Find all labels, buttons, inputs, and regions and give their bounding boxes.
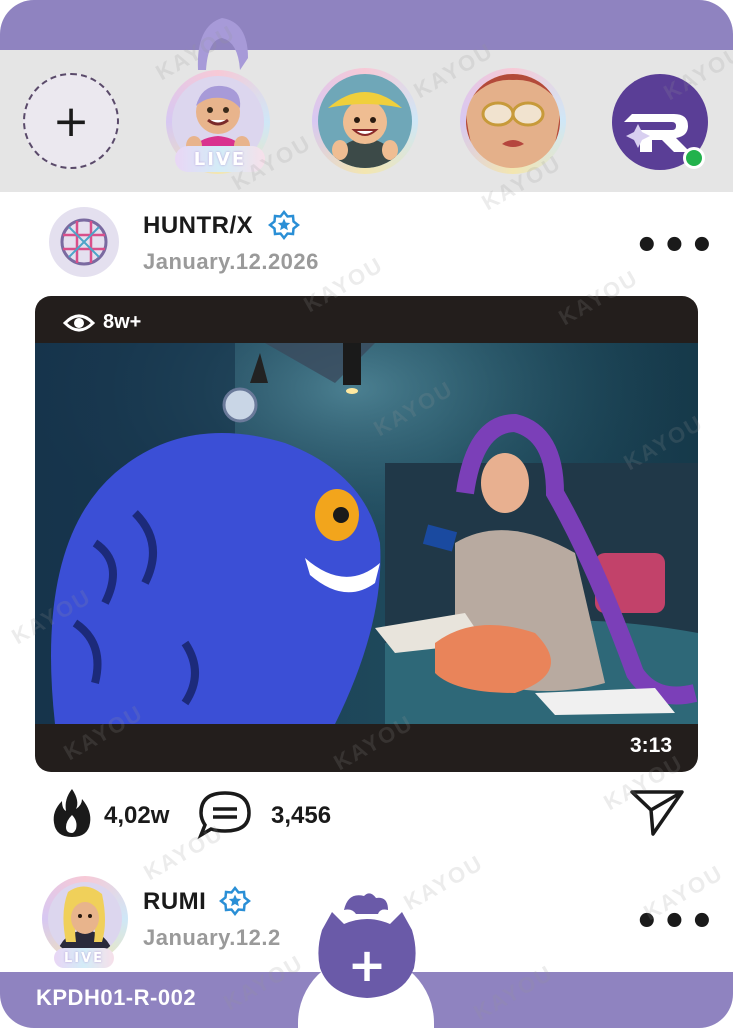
post-date: January.12.2 — [143, 925, 281, 950]
comment-icon[interactable] — [197, 789, 253, 839]
video-duration: 3:13 — [629, 734, 672, 757]
story-avatar[interactable] — [312, 68, 418, 174]
verified-badge-icon — [268, 209, 300, 241]
video-thumbnail[interactable] — [35, 343, 698, 724]
create-post-button[interactable]: + — [314, 890, 420, 1010]
post-username[interactable]: HUNTR/X — [143, 212, 253, 240]
like-count: 4,02w — [104, 802, 170, 829]
post-avatar[interactable] — [49, 207, 119, 277]
plus-icon: + — [52, 95, 90, 147]
video-player[interactable]: 8w+ 3:13 — [35, 296, 698, 772]
card-code: KPDH01-R-002 — [36, 985, 197, 1010]
view-count: 8w+ — [63, 311, 141, 334]
avatar — [466, 74, 560, 168]
avatar — [318, 74, 412, 168]
story-avatar-hair — [197, 18, 248, 70]
live-badge: LIVE — [175, 146, 265, 172]
more-options-button[interactable]: ••• — [634, 902, 717, 942]
avatar — [48, 882, 122, 956]
online-status-dot — [683, 147, 705, 169]
send-icon[interactable] — [629, 788, 685, 838]
live-badge: LIVE — [54, 948, 114, 968]
huntrx-logo-icon — [60, 218, 108, 266]
comment-count: 3,456 — [271, 802, 332, 829]
story-avatar[interactable] — [460, 68, 566, 174]
add-story-button[interactable]: + — [23, 73, 119, 169]
post-date: January.12.2026 — [143, 249, 319, 274]
plus-icon: + — [347, 938, 387, 992]
eye-icon — [63, 314, 95, 331]
fire-icon[interactable] — [52, 787, 92, 839]
more-options-button[interactable]: ••• — [634, 226, 717, 266]
verified-badge-icon — [219, 885, 251, 917]
view-count-text: 8w+ — [103, 311, 142, 333]
post-username[interactable]: RUMI — [143, 888, 206, 916]
card: + LIVE HUNTR/X January.12.2026 ••• 8w+ 3… — [0, 0, 733, 1028]
top-bar — [0, 0, 733, 50]
